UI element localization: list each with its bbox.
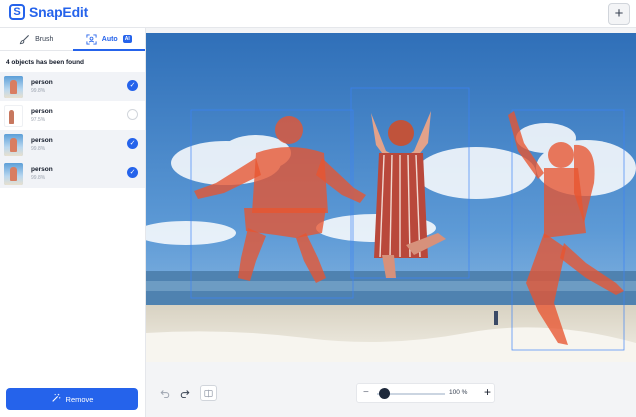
app-logo[interactable]: S SnapEdit [9,4,88,20]
unchecked-circle-icon[interactable]: ✓ [127,109,138,120]
object-item[interactable]: person 99.8% ✓ [0,72,145,101]
object-item[interactable]: person 97.5% ✓ [0,101,145,130]
zoom-in-button[interactable]: + [484,385,491,399]
object-thumbnail [4,162,23,185]
zoom-control: − 100 % + [356,383,495,403]
zoom-out-button[interactable]: − [363,387,369,398]
tab-brush-label: Brush [35,35,54,43]
object-thumbnail [4,104,23,127]
objects-found-title: 4 objects has been found [6,59,85,66]
photo-with-masks [146,33,636,362]
magic-wand-icon [51,393,61,405]
bystander [494,311,498,325]
undo-icon[interactable] [156,385,173,401]
image-canvas[interactable] [146,33,636,362]
remove-button-label: Remove [65,394,94,404]
tab-auto[interactable]: Auto AI [72,28,146,51]
object-thumbnail [4,133,23,156]
check-icon[interactable]: ✓ [127,80,138,91]
object-name: person [31,166,53,173]
tab-brush[interactable]: Brush [0,28,73,50]
object-item[interactable]: person 99.8% ✓ [0,159,145,188]
object-item[interactable]: person 99.8% ✓ [0,130,145,159]
object-name: person [31,108,53,115]
check-icon[interactable]: ✓ [127,138,138,149]
zoom-slider-handle[interactable] [379,388,390,399]
redo-icon[interactable] [176,385,193,401]
object-score: 99.8% [31,88,46,94]
object-list: person 99.8% ✓ person 97.5% ✓ person 99.… [0,72,145,188]
app-name: SnapEdit [29,4,89,20]
compare-icon[interactable] [200,385,217,401]
ai-badge: AI [122,35,132,43]
object-score: 97.5% [31,117,46,123]
mode-tabs: Brush Auto AI [0,28,145,51]
zoom-value: 100 % [449,389,468,396]
object-name: person [31,137,53,144]
check-icon[interactable]: ✓ [127,167,138,178]
sidebar: Brush Auto AI 4 objects has been found p… [0,28,146,417]
object-name: person [31,79,53,86]
remove-button[interactable]: Remove [6,388,138,410]
object-score: 99.8% [31,175,46,181]
auto-detect-icon [86,33,97,45]
object-thumbnail [4,75,23,98]
new-image-button[interactable]: + [608,3,630,25]
bottom-toolbar: − 100 % + [146,362,636,417]
tab-auto-label: Auto [101,35,118,43]
object-score: 99.8% [31,146,46,152]
brush-icon [19,34,30,45]
logo-icon: S [9,4,25,20]
app-header: S SnapEdit + [0,0,636,28]
